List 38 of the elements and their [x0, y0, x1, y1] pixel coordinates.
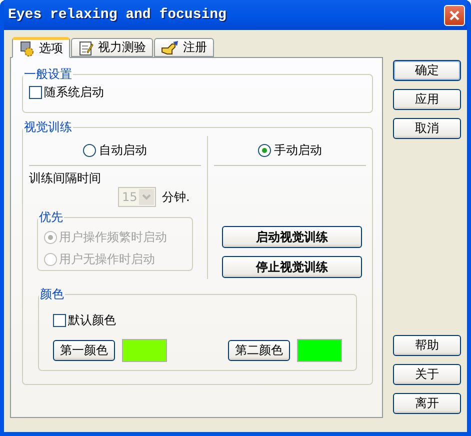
- dialog-button[interactable]: 离开: [393, 393, 461, 414]
- close-icon: [449, 10, 460, 20]
- hand-icon: [161, 40, 179, 56]
- dialog-button[interactable]: 确定: [393, 60, 461, 81]
- group-title: 一般设置: [23, 66, 73, 83]
- radio-label: 用户无操作时启动: [59, 250, 155, 268]
- dialog-button[interactable]: 取消: [393, 118, 461, 139]
- tab[interactable]: 选项: [12, 37, 70, 58]
- color-button[interactable]: 第一颜色: [53, 340, 115, 361]
- radio-button[interactable]: [83, 144, 96, 157]
- radio-button[interactable]: [258, 144, 271, 157]
- group-title: 视觉训练: [23, 119, 73, 136]
- color-swatch[interactable]: [122, 339, 167, 362]
- checkbox-label: 默认颜色: [68, 312, 116, 328]
- checkbox-label: 随系统启动: [44, 84, 104, 100]
- color-swatch[interactable]: [297, 339, 342, 362]
- unit-label: 分钟.: [162, 188, 190, 206]
- training-button[interactable]: 停止视觉训练: [222, 256, 362, 278]
- dialog-button[interactable]: 帮助: [393, 335, 461, 356]
- training-button[interactable]: 启动视觉训练: [222, 226, 362, 248]
- group-title: 优先: [38, 209, 64, 226]
- color-button[interactable]: 第二颜色: [228, 340, 290, 361]
- radio-label: 手动启动: [274, 142, 322, 159]
- radio-label: 自动启动: [99, 142, 147, 159]
- close-button[interactable]: [444, 4, 465, 26]
- radio-label: 用户操作频繁时启动: [59, 228, 167, 246]
- checkbox[interactable]: [29, 86, 42, 98]
- checkbox[interactable]: [53, 314, 66, 326]
- interval-label: 训练间隔时间: [29, 170, 102, 187]
- window-title: Eyes relaxing and focusing: [8, 7, 226, 23]
- dialog-button[interactable]: 关于: [393, 364, 461, 385]
- notepad-icon: [78, 40, 94, 56]
- dialog-button[interactable]: 应用: [393, 89, 461, 110]
- tab[interactable]: 视力测验: [71, 38, 153, 57]
- group-title: 颜色: [39, 286, 65, 303]
- tab[interactable]: 注册: [154, 38, 214, 57]
- caret-icon: [142, 194, 151, 200]
- gear-icon: [19, 40, 35, 56]
